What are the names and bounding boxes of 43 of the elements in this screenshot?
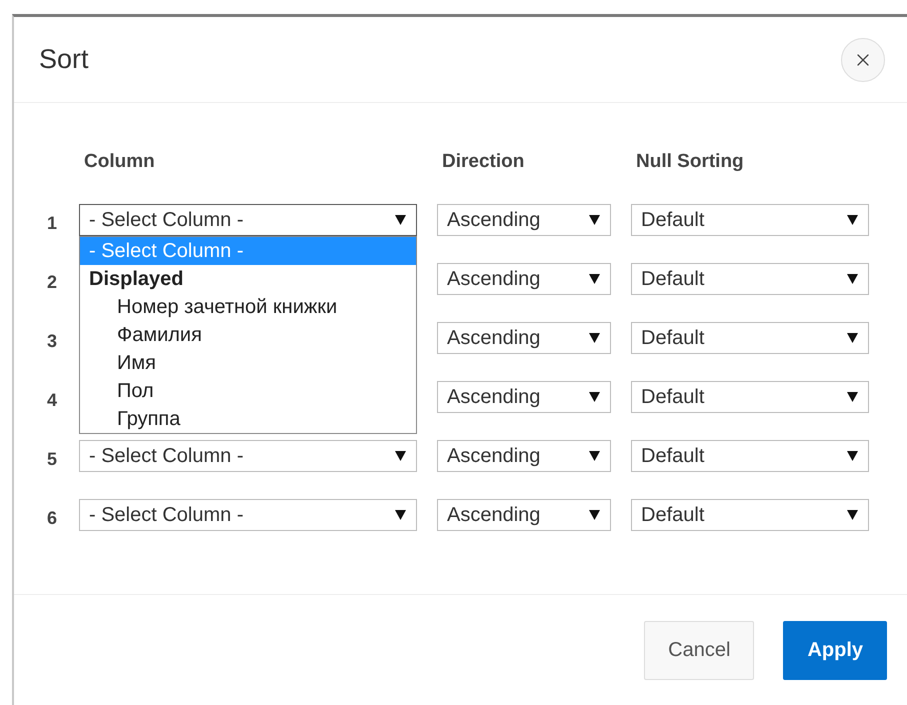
column-select[interactable]: - Select Column - (79, 204, 417, 236)
caret-icon (847, 215, 858, 225)
row-number: 5 (47, 448, 58, 470)
caret-icon (589, 392, 600, 402)
direction-select[interactable]: Ascending (437, 322, 611, 354)
caret-icon (847, 274, 858, 284)
null-sorting-select[interactable]: Default (631, 381, 869, 413)
caret-icon (847, 451, 858, 461)
caret-icon (847, 333, 858, 343)
caret-icon (395, 451, 406, 461)
row-number: 3 (47, 330, 58, 352)
dialog-title: Sort (39, 44, 89, 75)
caret-icon (589, 215, 600, 225)
column-header: Direction (441, 151, 526, 173)
null-sorting-select[interactable]: Default (631, 440, 869, 472)
cancel-button[interactable]: Cancel (644, 620, 754, 680)
caret-icon (589, 451, 600, 461)
row-number: 4 (47, 388, 58, 410)
null-sorting-select[interactable]: Default (631, 322, 869, 354)
column-select[interactable]: - Select Column - (79, 499, 417, 531)
direction-select[interactable]: Ascending (437, 499, 611, 531)
caret-icon (395, 510, 406, 520)
direction-select[interactable]: Ascending (437, 381, 611, 413)
null-sorting-select[interactable]: Default (631, 499, 869, 531)
null-sorting-select[interactable]: Default (631, 204, 869, 236)
direction-select[interactable]: Ascending (437, 440, 611, 472)
row-number: 2 (47, 270, 58, 292)
column-select[interactable]: - Select Column - (79, 440, 417, 472)
caret-icon (589, 510, 600, 520)
caret-icon (847, 392, 858, 402)
caret-icon (589, 274, 600, 284)
direction-select[interactable]: Ascending (437, 204, 611, 236)
close-button[interactable] (841, 38, 885, 82)
caret-icon (847, 510, 858, 520)
column-header: Column (83, 151, 156, 173)
apply-button[interactable]: Apply (783, 620, 887, 680)
column-header: Null Sorting (635, 151, 745, 173)
caret-icon (395, 215, 406, 225)
direction-select[interactable]: Ascending (437, 263, 611, 295)
row-number: 1 (47, 212, 58, 234)
caret-icon (589, 333, 600, 343)
null-sorting-select[interactable]: Default (631, 263, 869, 295)
row-number: 6 (47, 506, 58, 528)
